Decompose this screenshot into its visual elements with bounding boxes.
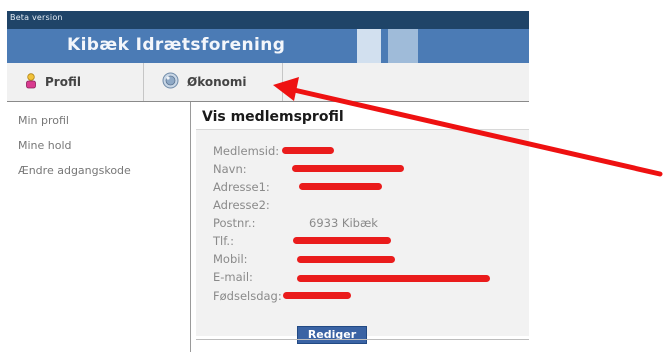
annotation-arrow bbox=[273, 77, 663, 177]
